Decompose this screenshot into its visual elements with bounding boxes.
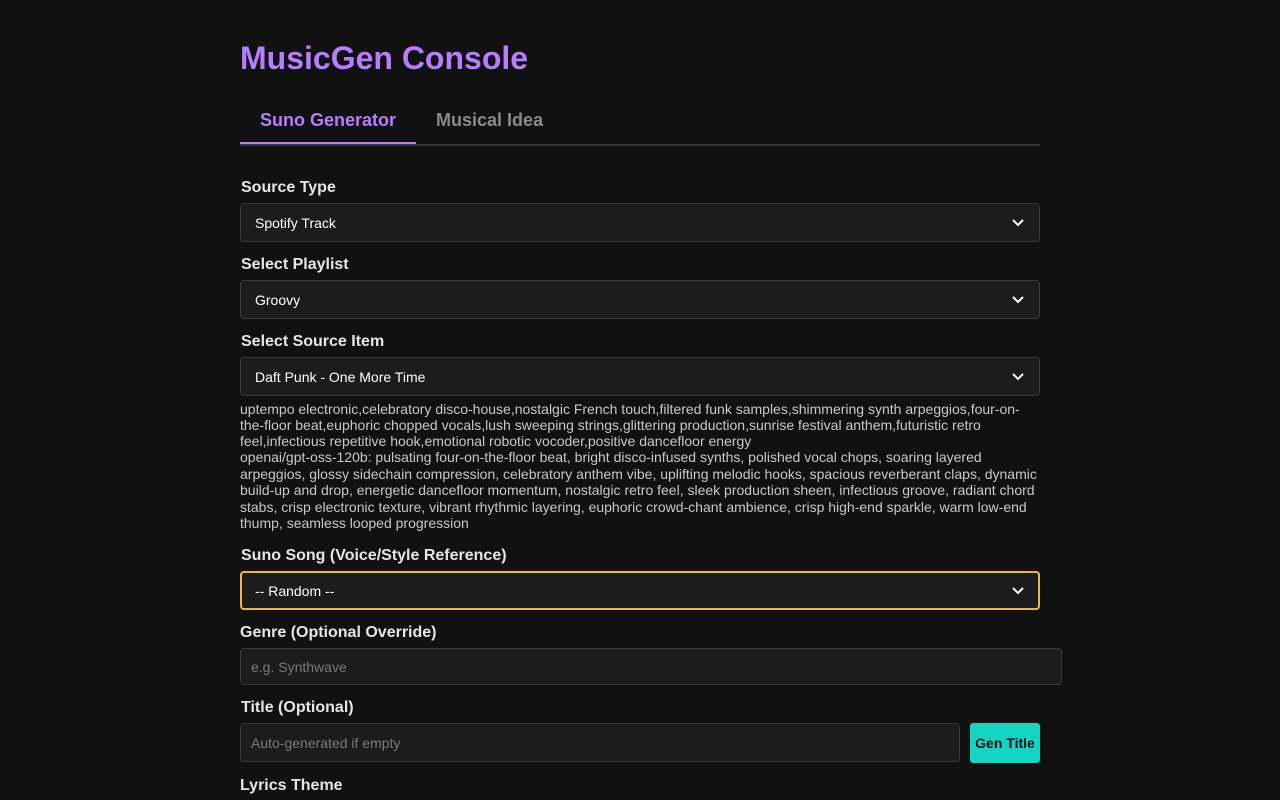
chevron-down-icon [1011,216,1025,230]
chevron-down-icon [1011,293,1025,307]
page-title: MusicGen Console [240,40,529,76]
source-item-value: Daft Punk - One More Time [255,368,426,385]
source-item-tags: uptempo electronic,celebratory disco-hou… [240,401,1020,449]
gen-title-button[interactable]: Gen Title [970,723,1040,763]
tab-musical-idea[interactable]: Musical Idea [416,96,563,143]
playlist-select[interactable]: Groovy [240,280,1040,319]
chevron-down-icon [1011,584,1025,598]
source-item-select[interactable]: Daft Punk - One More Time [240,357,1040,396]
genre-input[interactable] [240,648,1062,685]
genre-label: Genre (Optional Override) [240,624,437,641]
playlist-label: Select Playlist [241,256,349,273]
suno-song-select[interactable]: -- Random -- [240,571,1040,610]
source-item-label: Select Source Item [241,333,385,350]
tab-suno-generator[interactable]: Suno Generator [240,96,417,144]
source-type-select[interactable]: Spotify Track [240,203,1040,242]
title-label: Title (Optional) [241,699,354,716]
suno-song-label: Suno Song (Voice/Style Reference) [241,547,507,564]
playlist-value: Groovy [255,291,301,308]
suno-song-value: -- Random -- [255,582,335,599]
tab-bar: Suno Generator Musical Idea [240,96,1040,146]
source-type-label: Source Type [241,179,336,196]
chevron-down-icon [1011,370,1025,384]
title-input[interactable] [240,723,960,762]
source-item-description: uptempo electronic,celebratory disco-hou… [240,401,1040,532]
lyrics-theme-label: Lyrics Theme [240,777,343,794]
source-type-value: Spotify Track [255,214,336,231]
ai-description: openai/gpt-oss-120b: pulsating four-on-t… [240,449,1037,532]
